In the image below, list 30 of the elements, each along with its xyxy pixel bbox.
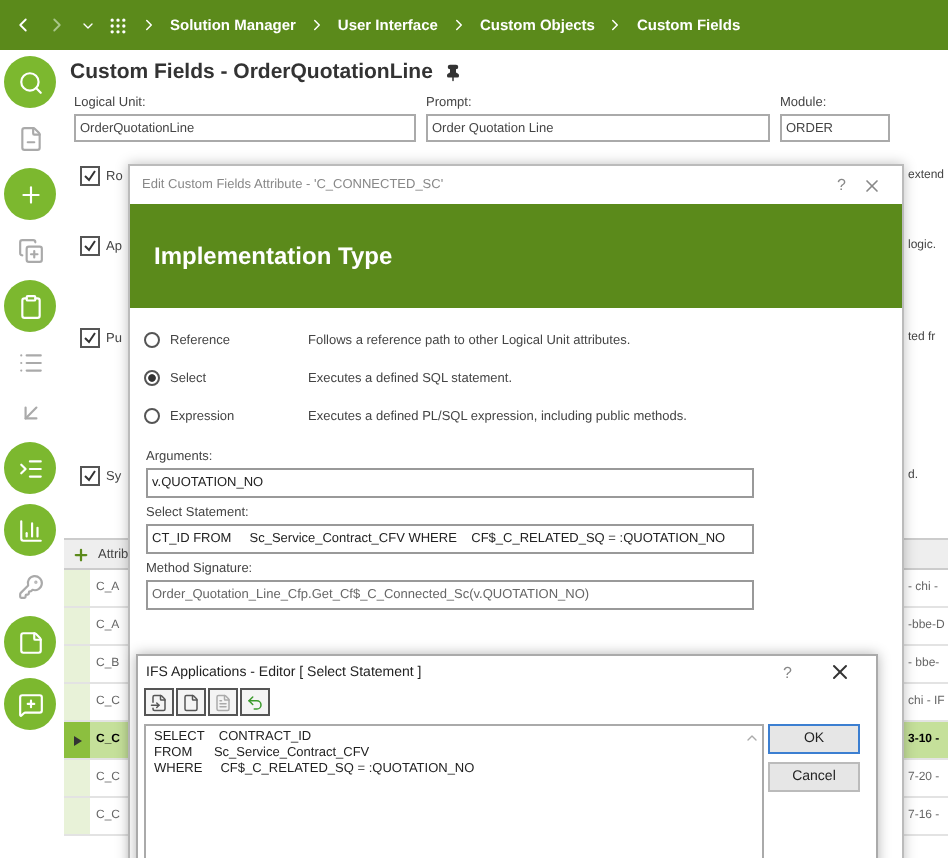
document-icon	[214, 693, 232, 711]
chat-icon[interactable]	[4, 678, 56, 730]
pin-icon[interactable]	[444, 63, 463, 81]
help-button[interactable]: ?	[783, 663, 792, 681]
note-icon[interactable]	[4, 616, 56, 668]
undo-icon	[246, 693, 264, 711]
plus-icon[interactable]	[4, 168, 56, 220]
row-pointer-icon	[73, 735, 81, 745]
search-icon[interactable]	[4, 56, 56, 108]
grid-icon[interactable]	[108, 15, 128, 35]
checkbox[interactable]	[80, 236, 100, 256]
file-icon	[182, 693, 200, 711]
import-button[interactable]	[144, 688, 174, 716]
file-arrow-icon	[150, 693, 168, 711]
checkbox[interactable]	[80, 166, 100, 186]
close-icon[interactable]	[828, 660, 852, 684]
checkbox[interactable]	[80, 466, 100, 486]
document-button[interactable]	[208, 688, 238, 716]
page-button[interactable]	[176, 688, 206, 716]
checkbox[interactable]	[80, 328, 100, 348]
undo-button[interactable]	[240, 688, 270, 716]
clipboard-icon[interactable]	[4, 280, 56, 332]
page-title: Custom Fields - OrderQuotationLine	[70, 60, 433, 84]
chart-icon[interactable]	[4, 504, 56, 556]
dialog-heading: Implementation Type	[154, 242, 393, 270]
scroll-up-icon[interactable]	[744, 730, 760, 746]
chevron-icon	[140, 16, 158, 34]
add-icon[interactable]	[72, 545, 90, 563]
list-icon[interactable]	[4, 442, 56, 494]
help-button[interactable]: ?	[837, 176, 846, 194]
